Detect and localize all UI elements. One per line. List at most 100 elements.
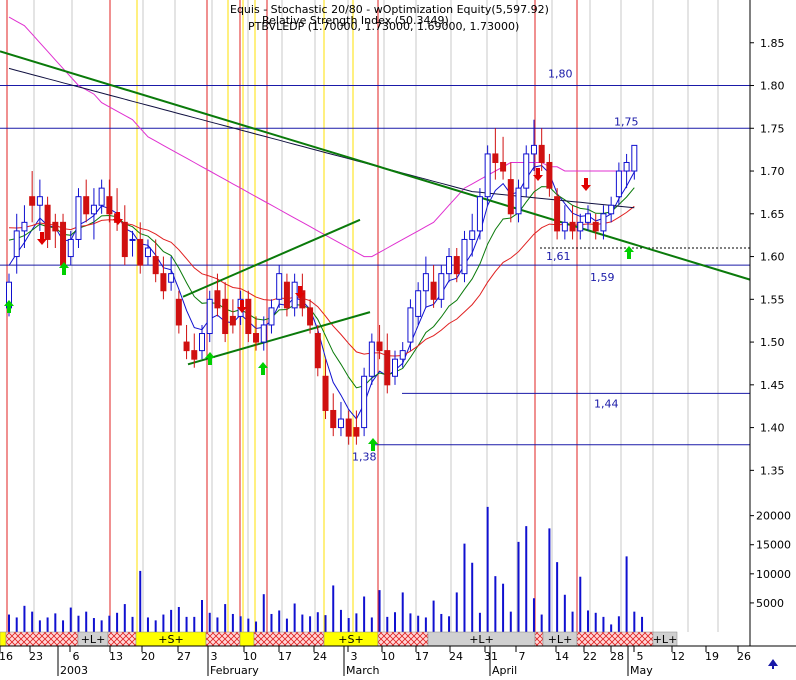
candle-body bbox=[36, 196, 43, 206]
signal-segment bbox=[576, 631, 654, 647]
candle-body bbox=[83, 196, 90, 215]
candle-body bbox=[121, 221, 128, 258]
candle-body bbox=[608, 204, 615, 215]
date-tick-label: 13 bbox=[109, 650, 123, 663]
sell-arrow-icon bbox=[298, 286, 302, 293]
date-tick-label: 5 bbox=[637, 650, 644, 663]
candle-body bbox=[291, 281, 298, 309]
sell-arrow-icon bbox=[240, 300, 244, 307]
price-tick-label: 1.55 bbox=[760, 293, 785, 306]
signal-label: +L+ bbox=[548, 633, 573, 646]
background bbox=[0, 0, 796, 676]
price-tick-label: 1.60 bbox=[760, 251, 785, 264]
buy-arrow-icon bbox=[371, 444, 375, 451]
candle-body bbox=[21, 221, 28, 232]
date-tick-label: 24 bbox=[313, 650, 327, 663]
candle-body bbox=[206, 298, 213, 335]
price-level-label: 1,75 bbox=[614, 115, 639, 128]
candle-body bbox=[345, 418, 352, 437]
date-tick-label: 28 bbox=[610, 650, 624, 663]
price-tick-label: 1.50 bbox=[760, 336, 785, 349]
candle-body bbox=[152, 256, 159, 275]
candle-body bbox=[585, 213, 591, 223]
signal-label: +S+ bbox=[158, 633, 183, 646]
candle-body bbox=[160, 273, 167, 292]
candle-body bbox=[592, 221, 599, 232]
date-tick-label: 12 bbox=[671, 650, 685, 663]
candle-body bbox=[307, 307, 314, 326]
candle-body bbox=[515, 187, 522, 215]
signal-label: +S+ bbox=[338, 633, 363, 646]
candle-body bbox=[600, 213, 607, 232]
candle-body bbox=[446, 256, 453, 275]
candle-body bbox=[353, 427, 360, 437]
candle-body bbox=[337, 418, 344, 429]
candle-body bbox=[384, 350, 391, 386]
candle-body bbox=[577, 221, 584, 232]
signal-segment bbox=[0, 631, 7, 647]
candle-body bbox=[183, 341, 190, 352]
candle-body bbox=[438, 273, 445, 300]
month-label: 2003 bbox=[60, 664, 88, 676]
date-tick-label: 27 bbox=[177, 650, 191, 663]
candle-body bbox=[484, 153, 491, 198]
candle-body bbox=[569, 221, 576, 232]
candle-body bbox=[415, 290, 422, 317]
candle-body bbox=[554, 196, 561, 232]
price-level-label: 1,80 bbox=[548, 68, 573, 81]
date-tick-label: 10 bbox=[243, 650, 257, 663]
candle-body bbox=[469, 230, 476, 240]
candle-body bbox=[245, 298, 252, 335]
volume-tick-label: 15000 bbox=[756, 539, 791, 552]
date-tick-label: 17 bbox=[415, 650, 429, 663]
date-tick-label: 31 bbox=[484, 650, 498, 663]
date-tick-label: 16 bbox=[0, 650, 13, 663]
month-label: May bbox=[630, 664, 653, 676]
sell-arrow-icon bbox=[584, 178, 588, 185]
date-tick-label: 19 bbox=[705, 650, 719, 663]
buy-arrow-icon bbox=[62, 268, 66, 275]
sell-arrow-icon bbox=[536, 168, 540, 175]
candle-body bbox=[500, 161, 507, 172]
dotted-level-label: 1,61 bbox=[546, 250, 571, 263]
chart-svg: 1,801,751,591,441,381,61 +L+ +S+ +S+ +L+ +L+… bbox=[0, 0, 796, 677]
candle-body bbox=[322, 375, 329, 411]
buy-arrow-icon bbox=[627, 252, 631, 259]
candle-body bbox=[222, 298, 229, 335]
chart: 1,80 1,75 1,59 1,44 1,38 1,61 +L+ +S+ +S+ +L+ +L+… bbox=[0, 0, 796, 677]
candle-body bbox=[430, 281, 437, 300]
month-label: February bbox=[210, 664, 259, 676]
price-level-label: 1,44 bbox=[594, 397, 619, 410]
candle-body bbox=[615, 170, 622, 198]
candle-body bbox=[538, 144, 545, 163]
candle-body bbox=[98, 187, 105, 206]
date-tick-label: 3 bbox=[211, 650, 218, 663]
candle-body bbox=[106, 196, 113, 215]
date-tick-label: 20 bbox=[141, 650, 155, 663]
volume-tick-label: 20000 bbox=[756, 510, 791, 523]
candle-body bbox=[523, 153, 530, 189]
signal-segment bbox=[239, 631, 255, 647]
candle-body bbox=[214, 290, 221, 309]
candle-body bbox=[561, 221, 568, 232]
candle-body bbox=[253, 333, 260, 343]
date-tick-label: 17 bbox=[278, 650, 292, 663]
signal-segment bbox=[205, 631, 241, 647]
candle-body bbox=[29, 196, 36, 206]
signal-segment bbox=[253, 631, 325, 647]
candle-body bbox=[368, 341, 375, 377]
candle-body bbox=[399, 350, 406, 360]
month-label: March bbox=[346, 664, 380, 676]
date-tick-label: 10 bbox=[381, 650, 395, 663]
signal-label: +L+ bbox=[653, 633, 678, 646]
price-tick-label: 1.40 bbox=[760, 422, 785, 435]
date-tick-label: 14 bbox=[555, 650, 569, 663]
candle-body bbox=[144, 247, 151, 258]
candle-body bbox=[314, 333, 321, 369]
candle-body bbox=[67, 238, 74, 258]
candle-body bbox=[268, 307, 275, 326]
candle-body bbox=[90, 204, 97, 215]
candle-body bbox=[229, 315, 236, 326]
price-tick-label: 1.35 bbox=[760, 464, 785, 477]
candle-body bbox=[507, 179, 514, 215]
